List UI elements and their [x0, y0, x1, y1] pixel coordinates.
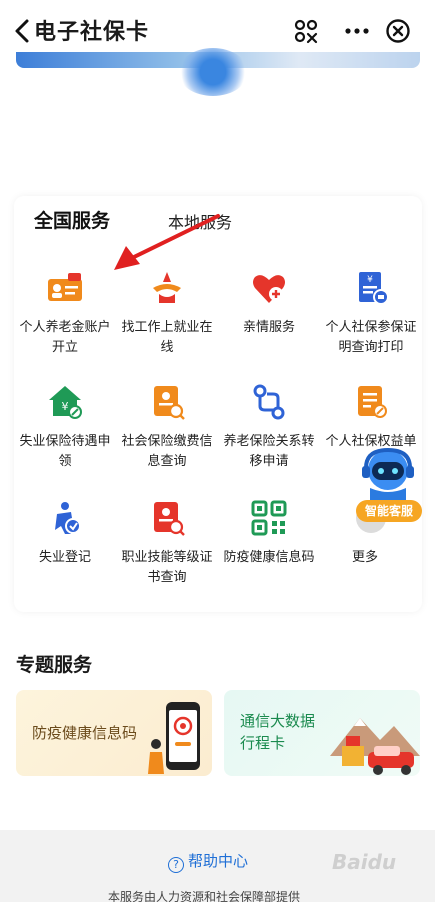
close-icon[interactable] [385, 18, 411, 44]
service-label: 个人社保参保证明查询打印 [325, 320, 417, 355]
insurance-certificate-icon: ¥ [359, 272, 389, 305]
service-item-job-search[interactable]: 找工作上就业在线 [116, 270, 218, 358]
service-item-unemployment-register[interactable]: 失业登记 [14, 500, 116, 568]
unemployment-register-icon [55, 502, 81, 534]
service-item-pension-account[interactable]: 个人养老金账户开立 [14, 270, 116, 358]
service-item-unemployment-benefit[interactable]: ¥ 失业保险待遇申领 [14, 384, 116, 472]
service-item-family[interactable]: 亲情服务 [218, 270, 320, 338]
baidu-watermark: Baidu [332, 850, 397, 874]
card-label: 防疫健康信息码 [32, 724, 138, 742]
help-center-link[interactable]: ? 帮助中心 [168, 850, 248, 873]
service-label: 职业技能等级证书查询 [121, 550, 213, 585]
service-item-skill-certificate[interactable]: 职业技能等级证书查询 [116, 500, 218, 588]
phone-health-illustration-icon [148, 702, 200, 774]
pension-transfer-icon [253, 384, 285, 420]
scan-icon[interactable] [293, 18, 319, 44]
service-label: 更多 [352, 550, 379, 565]
service-item-rights-document[interactable]: 个人社保权益单 [320, 384, 422, 452]
service-label: 防疫健康信息码 [223, 550, 315, 565]
health-code-card[interactable]: 防疫健康信息码 [16, 690, 212, 776]
service-item-pension-transfer[interactable]: 养老保险关系转移申请 [218, 384, 320, 472]
family-heart-icon [253, 275, 285, 303]
payment-query-icon [154, 386, 185, 420]
help-center-label: 帮助中心 [188, 852, 249, 870]
tab-national-services[interactable]: 全国服务 [34, 206, 110, 233]
pension-account-icon [48, 273, 82, 301]
service-label: 养老保险关系转移申请 [223, 434, 315, 469]
topic-section-title: 专题服务 [16, 654, 93, 676]
unemployment-benefit-icon: ¥ [49, 386, 82, 419]
service-label: 找工作上就业在线 [121, 320, 213, 355]
job-search-icon [153, 272, 181, 303]
service-label: 亲情服务 [242, 320, 295, 335]
skill-certificate-icon [154, 502, 185, 536]
more-options-icon[interactable] [344, 18, 370, 44]
back-arrow-icon[interactable] [12, 18, 34, 44]
card-label-line2: 行程卡 [240, 734, 286, 752]
svg-text:¥: ¥ [367, 275, 373, 285]
card-label: 通信大数据 行程卡 [240, 710, 315, 754]
travel-illustration-icon [330, 718, 420, 775]
service-label: 失业登记 [38, 550, 91, 565]
provider-text: 本服务由人力资源和社会保障部提供 [108, 890, 301, 902]
service-label: 个人养老金账户开立 [19, 320, 111, 355]
service-item-health-code[interactable]: 防疫健康信息码 [218, 500, 320, 568]
rights-document-icon [358, 386, 387, 418]
card-label-line1: 通信大数据 [240, 712, 316, 730]
service-label: 社会保险缴费信息查询 [121, 434, 213, 469]
red-arrow-annotation [114, 214, 220, 270]
smart-service-label[interactable]: 智能客服 [356, 500, 422, 522]
banner-decoration [178, 48, 248, 96]
travel-card[interactable]: 通信大数据 行程卡 [224, 690, 420, 776]
svg-text:¥: ¥ [62, 400, 69, 413]
page-title: 电子社保卡 [34, 20, 150, 45]
question-icon: ? [168, 857, 184, 873]
qr-code-icon [251, 500, 287, 536]
service-label: 失业保险待遇申领 [19, 434, 111, 469]
service-item-insurance-certificate[interactable]: ¥ 个人社保参保证明查询打印 [320, 270, 422, 358]
service-item-payment-query[interactable]: 社会保险缴费信息查询 [116, 384, 218, 472]
